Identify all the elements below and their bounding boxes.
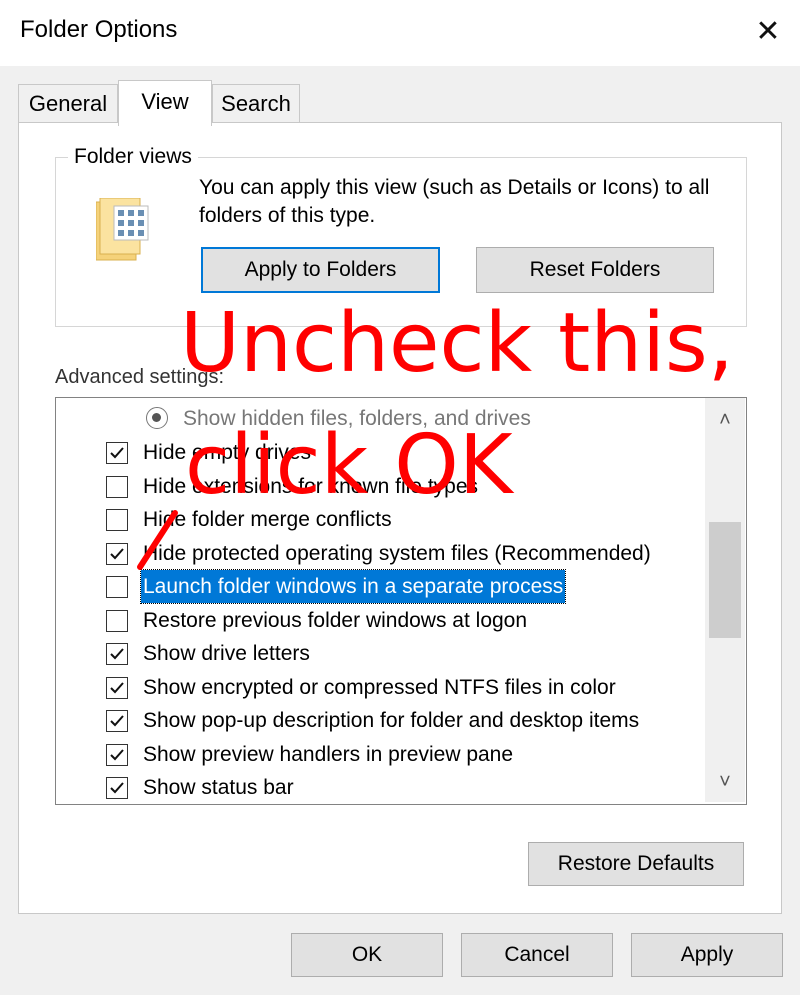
- checkbox-checked[interactable]: [106, 677, 128, 699]
- checkbox-unchecked[interactable]: [106, 476, 128, 498]
- checkbox-checked[interactable]: [106, 710, 128, 732]
- annotation-line-2: click OK: [185, 418, 513, 513]
- annotation-line-1: Uncheck this,: [180, 296, 734, 391]
- scroll-down-icon[interactable]: ˅: [705, 764, 745, 800]
- tab-search[interactable]: Search: [212, 84, 300, 123]
- list-item[interactable]: Show pop-up description for folder and d…: [56, 704, 696, 737]
- apply-button[interactable]: Apply: [631, 933, 783, 977]
- folder-views-description: You can apply this view (such as Details…: [199, 176, 710, 227]
- checkbox-checked[interactable]: [106, 744, 128, 766]
- list-item[interactable]: Show drive letters: [56, 637, 696, 670]
- checkbox-checked[interactable]: [106, 543, 128, 565]
- tab-general[interactable]: General: [18, 84, 118, 123]
- checkbox-unchecked[interactable]: [106, 610, 128, 632]
- radio-button[interactable]: [146, 407, 168, 429]
- list-item[interactable]: Show preview handlers in preview pane: [56, 738, 696, 771]
- apply-to-folders-button[interactable]: Apply to Folders: [201, 247, 440, 293]
- vertical-scrollbar[interactable]: ˄ ˅: [705, 398, 745, 802]
- window-title: Folder Options: [20, 16, 178, 43]
- tab-view[interactable]: View: [118, 80, 212, 126]
- list-item[interactable]: Show encrypted or compressed NTFS files …: [56, 671, 696, 704]
- checkbox-checked[interactable]: [106, 442, 128, 464]
- close-icon[interactable]: ✕: [748, 10, 788, 54]
- scroll-thumb[interactable]: [709, 522, 741, 638]
- annotation-arrow-icon: [137, 510, 178, 570]
- list-item[interactable]: Restore previous folder windows at logon: [56, 604, 696, 637]
- list-item[interactable]: Show status bar: [56, 771, 696, 804]
- launch-separate-process-checkbox[interactable]: [106, 576, 128, 598]
- restore-defaults-button[interactable]: Restore Defaults: [528, 842, 744, 886]
- reset-folders-button[interactable]: Reset Folders: [476, 247, 714, 293]
- cancel-button[interactable]: Cancel: [461, 933, 613, 977]
- folder-views-label: Folder views: [68, 145, 198, 169]
- checkbox-checked[interactable]: [106, 643, 128, 665]
- checkbox-unchecked[interactable]: [106, 509, 128, 531]
- folder-view-icon: [95, 197, 154, 262]
- ok-button[interactable]: OK: [291, 933, 443, 977]
- checkbox-checked[interactable]: [106, 777, 128, 799]
- scroll-up-icon[interactable]: ˄: [705, 402, 745, 438]
